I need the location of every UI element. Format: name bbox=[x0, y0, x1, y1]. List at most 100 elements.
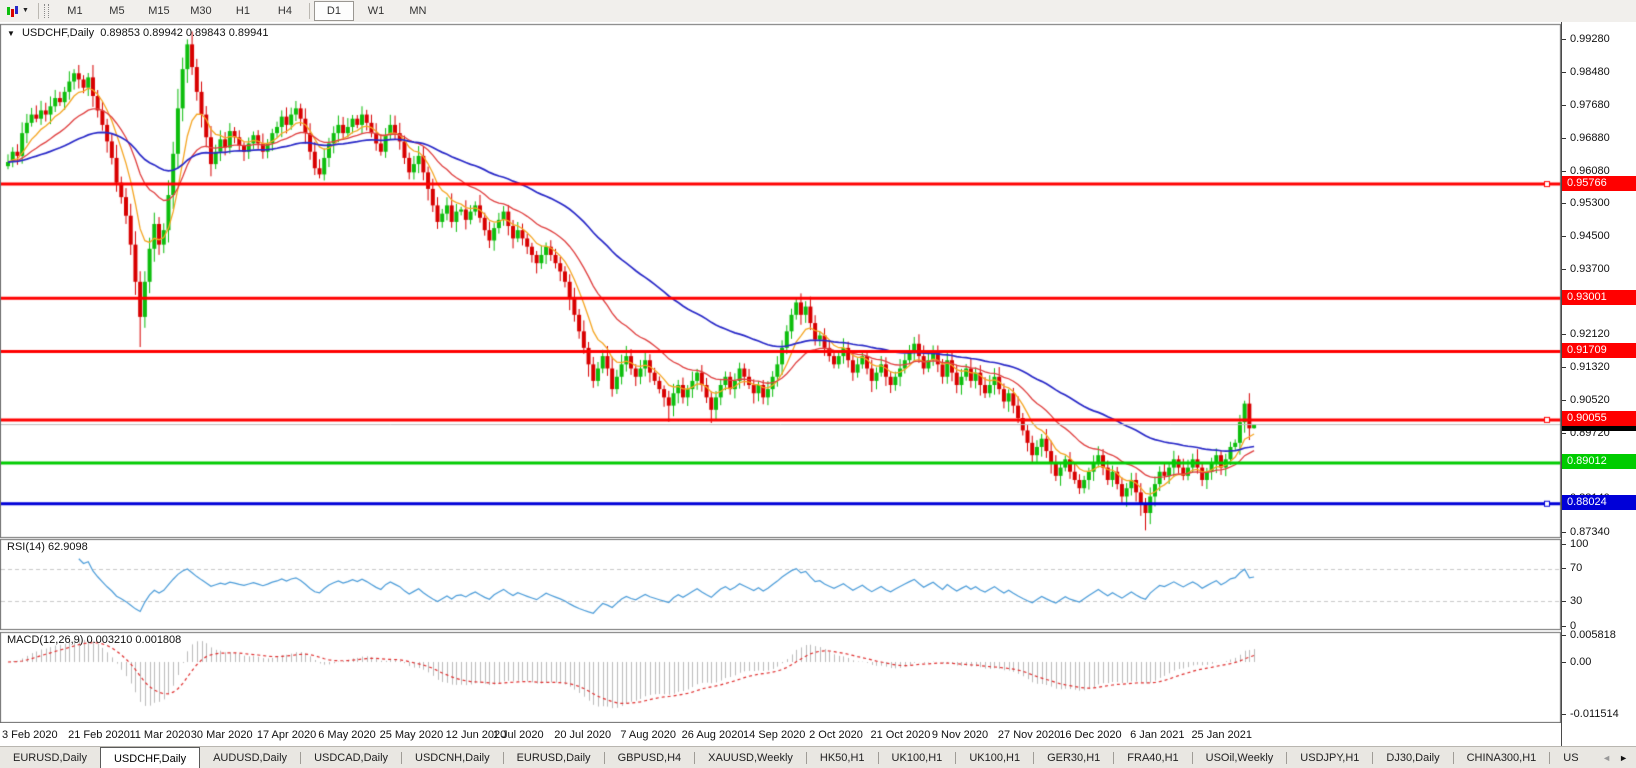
chart-tab-audusd-daily[interactable]: AUDUSD,Daily bbox=[200, 747, 300, 768]
axis-tick bbox=[1562, 171, 1566, 172]
axis-tick-label: 70 bbox=[1570, 561, 1582, 575]
axis-tick bbox=[1562, 72, 1566, 73]
chart-tab-eurusd-daily[interactable]: EURUSD,Daily bbox=[504, 747, 604, 768]
tab-scroll-left-icon[interactable]: ◄ bbox=[1602, 747, 1611, 768]
axis-tick bbox=[1562, 433, 1566, 434]
mt4-window: ▼ M1M5M15M30H1H4 D1W1MN ▼ USDCHF,Daily 0.… bbox=[0, 0, 1636, 768]
date-label: 30 Mar 2020 bbox=[191, 729, 253, 741]
axis-tick bbox=[1562, 367, 1566, 368]
axis-tick bbox=[1562, 532, 1566, 533]
chart-tab-ger30-h1[interactable]: GER30,H1 bbox=[1034, 747, 1113, 768]
macd-indicator-label: MACD(12,26,9) 0.003210 0.001808 bbox=[7, 634, 181, 646]
axis-tick bbox=[1562, 400, 1566, 401]
price-line-label: 0.89012 bbox=[1562, 454, 1636, 469]
timeframe-button-m1[interactable]: M1 bbox=[55, 1, 95, 21]
date-label: 11 Mar 2020 bbox=[129, 729, 190, 741]
chart-tab-usdcnh-daily[interactable]: USDCNH,Daily bbox=[402, 747, 503, 768]
axis-tick bbox=[1562, 714, 1566, 715]
axis-tick-label: 0.96880 bbox=[1570, 131, 1610, 145]
price-line-label: 0.93001 bbox=[1562, 290, 1636, 305]
date-label: 21 Feb 2020 bbox=[68, 729, 130, 741]
toolbar-divider bbox=[38, 3, 39, 19]
axis-tick bbox=[1562, 626, 1566, 627]
price-line-label: 0.90055 bbox=[1562, 411, 1636, 426]
axis-tick-label: 0.92120 bbox=[1570, 327, 1610, 341]
chart-tab-china300-h1[interactable]: CHINA300,H1 bbox=[1454, 747, 1550, 768]
date-label: 14 Sep 2020 bbox=[743, 729, 805, 741]
axis-tick bbox=[1562, 236, 1566, 237]
date-label: 25 Jan 2021 bbox=[1191, 729, 1252, 741]
axis-tick bbox=[1562, 635, 1566, 636]
date-label: 17 Apr 2020 bbox=[257, 729, 316, 741]
date-label: 25 May 2020 bbox=[380, 729, 444, 741]
toolbar-grip[interactable] bbox=[44, 4, 49, 18]
chart-ohlc-values: 0.89853 0.89942 0.89843 0.89941 bbox=[100, 27, 268, 39]
axis-tick bbox=[1562, 203, 1566, 204]
price-chart-canvas[interactable] bbox=[0, 22, 1562, 746]
axis-tick bbox=[1562, 105, 1566, 106]
axis-tick bbox=[1562, 544, 1566, 545]
price-line-label: 0.91709 bbox=[1562, 343, 1636, 358]
timeframe-button-h4[interactable]: H4 bbox=[265, 1, 305, 21]
chart-symbol: USDCHF,Daily bbox=[22, 27, 94, 39]
chart-title: ▼ USDCHF,Daily 0.89853 0.89942 0.89843 0… bbox=[7, 27, 268, 39]
date-label: 27 Nov 2020 bbox=[998, 729, 1060, 741]
timeframe-button-m30[interactable]: M30 bbox=[181, 1, 221, 21]
chart-tab-usdcad-daily[interactable]: USDCAD,Daily bbox=[301, 747, 401, 768]
axis-tick bbox=[1562, 269, 1566, 270]
timeframe-button-w1[interactable]: W1 bbox=[356, 1, 396, 21]
collapse-triangle-icon[interactable]: ▼ bbox=[7, 29, 15, 38]
toolbar-divider bbox=[309, 3, 310, 19]
timeframe-button-h1[interactable]: H1 bbox=[223, 1, 263, 21]
chart-tab-us[interactable]: US bbox=[1550, 747, 1591, 768]
chart-tab-fra40-h1[interactable]: FRA40,H1 bbox=[1114, 747, 1191, 768]
axis-tick-label: 0.98480 bbox=[1570, 65, 1610, 79]
date-label: 26 Aug 2020 bbox=[682, 729, 744, 741]
date-label: 1 Jul 2020 bbox=[493, 729, 544, 741]
chart-tab-usoil-weekly[interactable]: USOil,Weekly bbox=[1193, 747, 1287, 768]
timeframe-button-d1[interactable]: D1 bbox=[314, 1, 354, 21]
chart-tab-usdchf-daily[interactable]: USDCHF,Daily bbox=[100, 747, 200, 768]
candlestick-chart-icon bbox=[6, 5, 19, 18]
axis-tick-label: 0.97680 bbox=[1570, 98, 1610, 112]
axis-tick bbox=[1562, 568, 1566, 569]
date-label: 16 Dec 2020 bbox=[1059, 729, 1121, 741]
chart-tab-xauusd-weekly[interactable]: XAUUSD,Weekly bbox=[695, 747, 806, 768]
date-label: 6 May 2020 bbox=[318, 729, 375, 741]
tab-scroll-arrows: ◄ ► bbox=[1594, 747, 1636, 768]
axis-tick bbox=[1562, 662, 1566, 663]
axis-tick bbox=[1562, 601, 1566, 602]
tab-scroll-right-icon[interactable]: ► bbox=[1619, 747, 1628, 768]
axis-tick-label: -0.011514 bbox=[1570, 707, 1619, 721]
axis-tick-label: 0.005818 bbox=[1570, 628, 1616, 642]
toolbar: ▼ M1M5M15M30H1H4 D1W1MN bbox=[0, 0, 1636, 23]
timeframe-button-mn[interactable]: MN bbox=[398, 1, 438, 21]
chart-tabs: EURUSD,DailyUSDCHF,DailyAUDUSD,DailyUSDC… bbox=[0, 747, 1594, 768]
chart-tab-bar: EURUSD,DailyUSDCHF,DailyAUDUSD,DailyUSDC… bbox=[0, 746, 1636, 768]
date-label: 21 Oct 2020 bbox=[870, 729, 930, 741]
chart-type-icon[interactable]: ▼ bbox=[0, 1, 35, 21]
date-label: 2 Oct 2020 bbox=[809, 729, 863, 741]
chart-tab-usdjpy-h1[interactable]: USDJPY,H1 bbox=[1287, 747, 1372, 768]
axis-tick bbox=[1562, 334, 1566, 335]
axis-tick-label: 0.90520 bbox=[1570, 393, 1610, 407]
chart-tab-uk100-h1[interactable]: UK100,H1 bbox=[956, 747, 1033, 768]
chart-tab-eurusd-daily[interactable]: EURUSD,Daily bbox=[0, 747, 100, 768]
axis-tick bbox=[1562, 138, 1566, 139]
price-line-label: 0.95766 bbox=[1562, 176, 1636, 191]
axis-tick-label: 0.95300 bbox=[1570, 196, 1610, 210]
axis-tick bbox=[1562, 39, 1566, 40]
axis-tick-label: 30 bbox=[1570, 594, 1582, 608]
price-axis[interactable]: 0.992800.984800.976800.968800.960800.953… bbox=[1561, 22, 1636, 746]
rsi-indicator-label: RSI(14) 62.9098 bbox=[7, 541, 88, 553]
chart-tab-dj30-daily[interactable]: DJ30,Daily bbox=[1373, 747, 1452, 768]
timeframe-button-m15[interactable]: M15 bbox=[139, 1, 179, 21]
timeframe-button-m5[interactable]: M5 bbox=[97, 1, 137, 21]
date-label: 7 Aug 2020 bbox=[620, 729, 676, 741]
chart-tab-uk100-h1[interactable]: UK100,H1 bbox=[879, 747, 956, 768]
axis-tick-label: 0.99280 bbox=[1570, 32, 1610, 46]
chart-tab-gbpusd-h4[interactable]: GBPUSD,H4 bbox=[605, 747, 695, 768]
chart-tab-hk50-h1[interactable]: HK50,H1 bbox=[807, 747, 878, 768]
time-axis[interactable]: 3 Feb 202021 Feb 202011 Mar 202030 Mar 2… bbox=[0, 723, 1562, 746]
axis-tick-label: 0.91320 bbox=[1570, 360, 1610, 374]
